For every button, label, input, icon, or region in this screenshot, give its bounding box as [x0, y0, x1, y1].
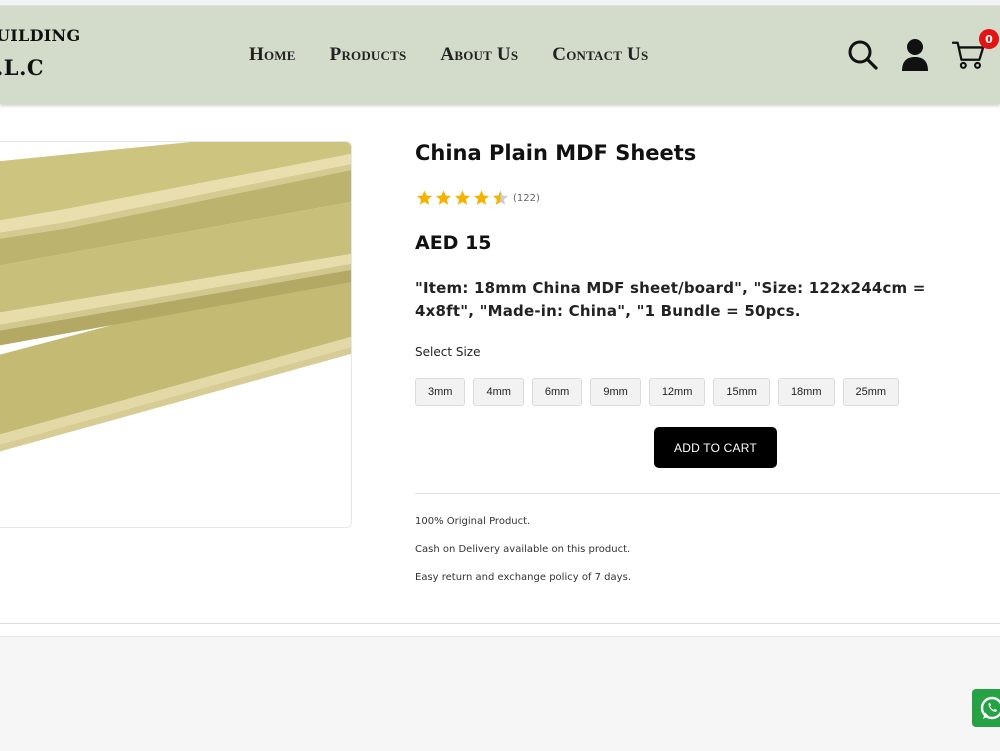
divider [415, 493, 1000, 494]
star-icon [474, 190, 489, 205]
user-icon[interactable] [898, 38, 932, 72]
star-icon [417, 190, 432, 205]
perk-cod: Cash on Delivery available on this produ… [415, 544, 631, 555]
perk-original: 100% Original Product. [415, 516, 531, 527]
size-option-15mm[interactable]: 15mm [713, 378, 770, 406]
cart-count-badge: 0 [979, 29, 999, 49]
size-option-4mm[interactable]: 4mm [473, 378, 524, 406]
brand-line-2: .L.C [0, 55, 45, 80]
search-icon[interactable] [846, 38, 880, 72]
star-half-icon [493, 190, 508, 205]
size-option-3mm[interactable]: 3mm [415, 378, 466, 406]
nav-contact-us[interactable]: Contact Us [552, 44, 648, 66]
star-icon [436, 190, 451, 205]
size-option-18mm[interactable]: 18mm [777, 378, 835, 406]
size-option-12mm[interactable]: 12mm [648, 378, 706, 406]
review-count[interactable]: (122) [513, 193, 540, 204]
star-rating: (122) [415, 189, 540, 207]
product-title: China Plain MDF Sheets [415, 141, 697, 165]
footer [0, 636, 1000, 751]
size-option-25mm[interactable]: 25mm [842, 378, 900, 406]
footer-divider [0, 623, 1000, 624]
main-nav: Home Products About Us Contact Us [249, 44, 682, 66]
select-size-label: Select Size [415, 345, 481, 359]
nav-about-us[interactable]: About Us [440, 44, 518, 66]
site-header: UILDING .L.C Home Products About Us Cont… [0, 6, 1000, 104]
size-option-9mm[interactable]: 9mm [590, 378, 641, 406]
nav-products[interactable]: Products [330, 44, 407, 66]
brand-line-1: UILDING [0, 26, 81, 45]
brand-logo[interactable]: UILDING .L.C [0, 26, 80, 80]
size-option-6mm[interactable]: 6mm [531, 378, 583, 406]
add-to-cart-button[interactable]: ADD TO CART [654, 427, 777, 468]
size-options: 3mm 4mm 6mm 9mm 12mm 15mm 18mm 25mm [415, 378, 907, 406]
product-price: AED 15 [415, 232, 492, 254]
product-image [0, 141, 352, 528]
whatsapp-icon[interactable] [972, 689, 1000, 727]
nav-home[interactable]: Home [249, 44, 296, 66]
perk-return: Easy return and exchange policy of 7 day… [415, 572, 631, 583]
star-icon [455, 190, 470, 205]
product-description: "Item: 18mm China MDF sheet/board", "Siz… [415, 279, 926, 320]
